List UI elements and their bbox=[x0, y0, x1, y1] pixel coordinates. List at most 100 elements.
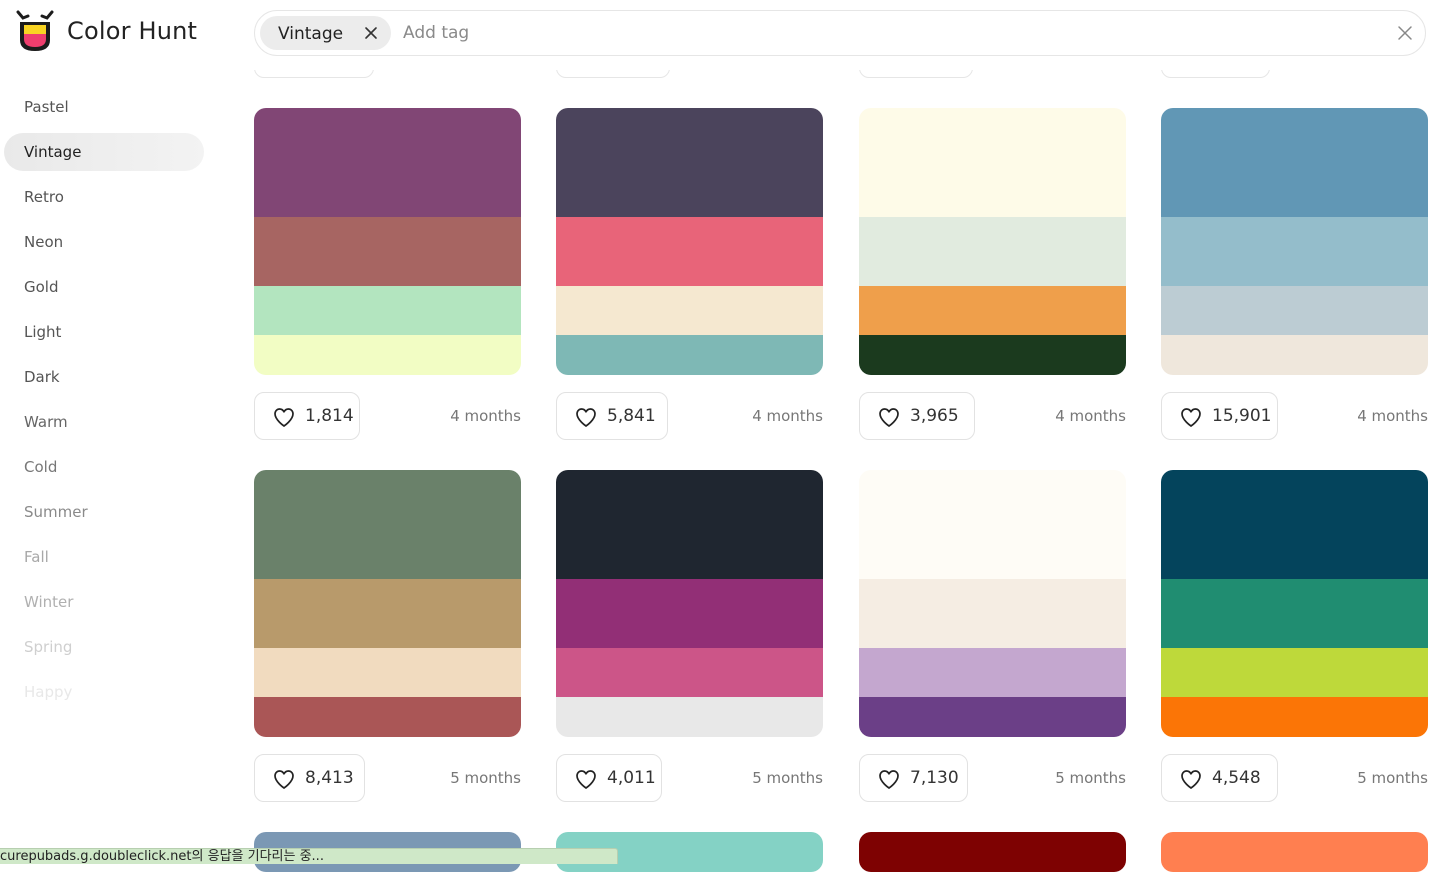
sidebar-item-retro[interactable]: Retro bbox=[4, 178, 204, 216]
color-swatch[interactable] bbox=[859, 108, 1126, 217]
heart-icon bbox=[879, 408, 899, 427]
sidebar-item-vintage[interactable]: Vintage bbox=[4, 133, 204, 171]
brand-title[interactable]: Color Hunt bbox=[67, 17, 197, 45]
like-count: 4,548 bbox=[1212, 768, 1261, 788]
palette-age: 4 months bbox=[450, 407, 521, 425]
palette-card[interactable] bbox=[254, 470, 521, 737]
color-swatch[interactable] bbox=[1161, 697, 1428, 737]
sidebar-item-cold[interactable]: Cold bbox=[4, 448, 204, 486]
like-count: 15,901 bbox=[1212, 406, 1272, 426]
palette-card[interactable] bbox=[1161, 108, 1428, 375]
color-swatch[interactable] bbox=[556, 470, 823, 579]
color-swatch[interactable] bbox=[254, 335, 521, 375]
heart-icon bbox=[576, 408, 596, 427]
color-swatch[interactable] bbox=[254, 648, 521, 697]
color-swatch[interactable] bbox=[254, 579, 521, 648]
like-button[interactable]: 15,901 bbox=[1161, 392, 1278, 440]
remove-tag-icon[interactable] bbox=[363, 25, 379, 41]
color-swatch[interactable] bbox=[254, 697, 521, 737]
palette-age: 4 months bbox=[1357, 407, 1428, 425]
like-button[interactable]: 7,130 bbox=[859, 754, 968, 802]
color-swatch[interactable] bbox=[859, 697, 1126, 737]
color-swatch[interactable] bbox=[556, 579, 823, 648]
color-swatch[interactable] bbox=[556, 648, 823, 697]
like-count: 7,130 bbox=[910, 768, 959, 788]
sidebar-item-happy[interactable]: Happy bbox=[4, 673, 204, 711]
palette-card[interactable] bbox=[254, 108, 521, 375]
palette-age: 5 months bbox=[1055, 769, 1126, 787]
like-button[interactable]: 8,413 bbox=[254, 754, 365, 802]
palette-card[interactable] bbox=[556, 470, 823, 737]
heart-icon bbox=[1181, 408, 1201, 427]
palette-card[interactable] bbox=[1161, 470, 1428, 737]
heart-icon bbox=[1181, 770, 1201, 789]
palette-card-partial[interactable] bbox=[1161, 832, 1428, 872]
color-swatch[interactable] bbox=[254, 108, 521, 217]
color-swatch[interactable] bbox=[859, 217, 1126, 286]
clear-search-icon[interactable] bbox=[1397, 25, 1413, 41]
header: Color Hunt Vintage bbox=[0, 0, 1442, 70]
color-swatch[interactable] bbox=[859, 286, 1126, 335]
like-count: 5,841 bbox=[607, 406, 656, 426]
color-swatch[interactable] bbox=[556, 697, 823, 737]
like-button[interactable]: 1,814 bbox=[254, 392, 360, 440]
tag-chip-label: Vintage bbox=[278, 24, 344, 44]
color-swatch[interactable] bbox=[859, 470, 1126, 579]
like-button[interactable]: 5,841 bbox=[556, 392, 668, 440]
color-swatch[interactable] bbox=[556, 286, 823, 335]
color-swatch[interactable] bbox=[1161, 579, 1428, 648]
heart-icon bbox=[274, 408, 294, 427]
palette-card[interactable] bbox=[859, 108, 1126, 375]
color-swatch[interactable] bbox=[1161, 217, 1428, 286]
color-hunt-logo-icon[interactable] bbox=[14, 10, 56, 54]
tag-search-bar[interactable]: Vintage bbox=[254, 10, 1426, 56]
color-swatch[interactable] bbox=[556, 108, 823, 217]
sidebar-item-winter[interactable]: Winter bbox=[4, 583, 204, 621]
color-swatch[interactable] bbox=[1161, 108, 1428, 217]
color-swatch[interactable] bbox=[556, 217, 823, 286]
color-swatch[interactable] bbox=[859, 335, 1126, 375]
sidebar-item-light[interactable]: Light bbox=[4, 313, 204, 351]
color-swatch[interactable] bbox=[556, 335, 823, 375]
sidebar-item-fall[interactable]: Fall bbox=[4, 538, 204, 576]
sidebar-item-gold[interactable]: Gold bbox=[4, 268, 204, 306]
like-count: 1,814 bbox=[305, 406, 354, 426]
sidebar-item-pastel[interactable]: Pastel bbox=[4, 88, 204, 126]
palette-age: 5 months bbox=[450, 769, 521, 787]
color-swatch[interactable] bbox=[1161, 335, 1428, 375]
palette-age: 5 months bbox=[1357, 769, 1428, 787]
color-swatch[interactable] bbox=[254, 470, 521, 579]
add-tag-input[interactable] bbox=[403, 20, 1303, 46]
palette-age: 4 months bbox=[752, 407, 823, 425]
heart-icon bbox=[879, 770, 899, 789]
sidebar-item-warm[interactable]: Warm bbox=[4, 403, 204, 441]
like-count: 8,413 bbox=[305, 768, 354, 788]
palette-card-partial[interactable] bbox=[859, 832, 1126, 872]
palette-age: 4 months bbox=[1055, 407, 1126, 425]
color-swatch[interactable] bbox=[1161, 286, 1428, 335]
heart-icon bbox=[576, 770, 596, 789]
like-button[interactable]: 4,011 bbox=[556, 754, 662, 802]
color-swatch[interactable] bbox=[859, 579, 1126, 648]
palette-card[interactable] bbox=[556, 108, 823, 375]
sidebar-item-neon[interactable]: Neon bbox=[4, 223, 204, 261]
color-swatch[interactable] bbox=[859, 832, 1126, 872]
sidebar-item-summer[interactable]: Summer bbox=[4, 493, 204, 531]
sidebar-item-spring[interactable]: Spring bbox=[4, 628, 204, 666]
color-swatch[interactable] bbox=[254, 217, 521, 286]
tag-chip-vintage: Vintage bbox=[260, 16, 391, 50]
palette-age: 5 months bbox=[752, 769, 823, 787]
color-swatch[interactable] bbox=[1161, 832, 1428, 872]
sidebar-item-dark[interactable]: Dark bbox=[4, 358, 204, 396]
like-count: 4,011 bbox=[607, 768, 656, 788]
like-button[interactable]: 3,965 bbox=[859, 392, 975, 440]
like-count: 3,965 bbox=[910, 406, 959, 426]
heart-icon bbox=[274, 770, 294, 789]
color-swatch[interactable] bbox=[859, 648, 1126, 697]
like-button[interactable]: 4,548 bbox=[1161, 754, 1278, 802]
color-swatch[interactable] bbox=[1161, 648, 1428, 697]
color-swatch[interactable] bbox=[1161, 470, 1428, 579]
browser-status-bar: curepubads.g.doubleclick.net의 응답을 기다리는 중… bbox=[0, 848, 618, 864]
color-swatch[interactable] bbox=[254, 286, 521, 335]
palette-card[interactable] bbox=[859, 470, 1126, 737]
